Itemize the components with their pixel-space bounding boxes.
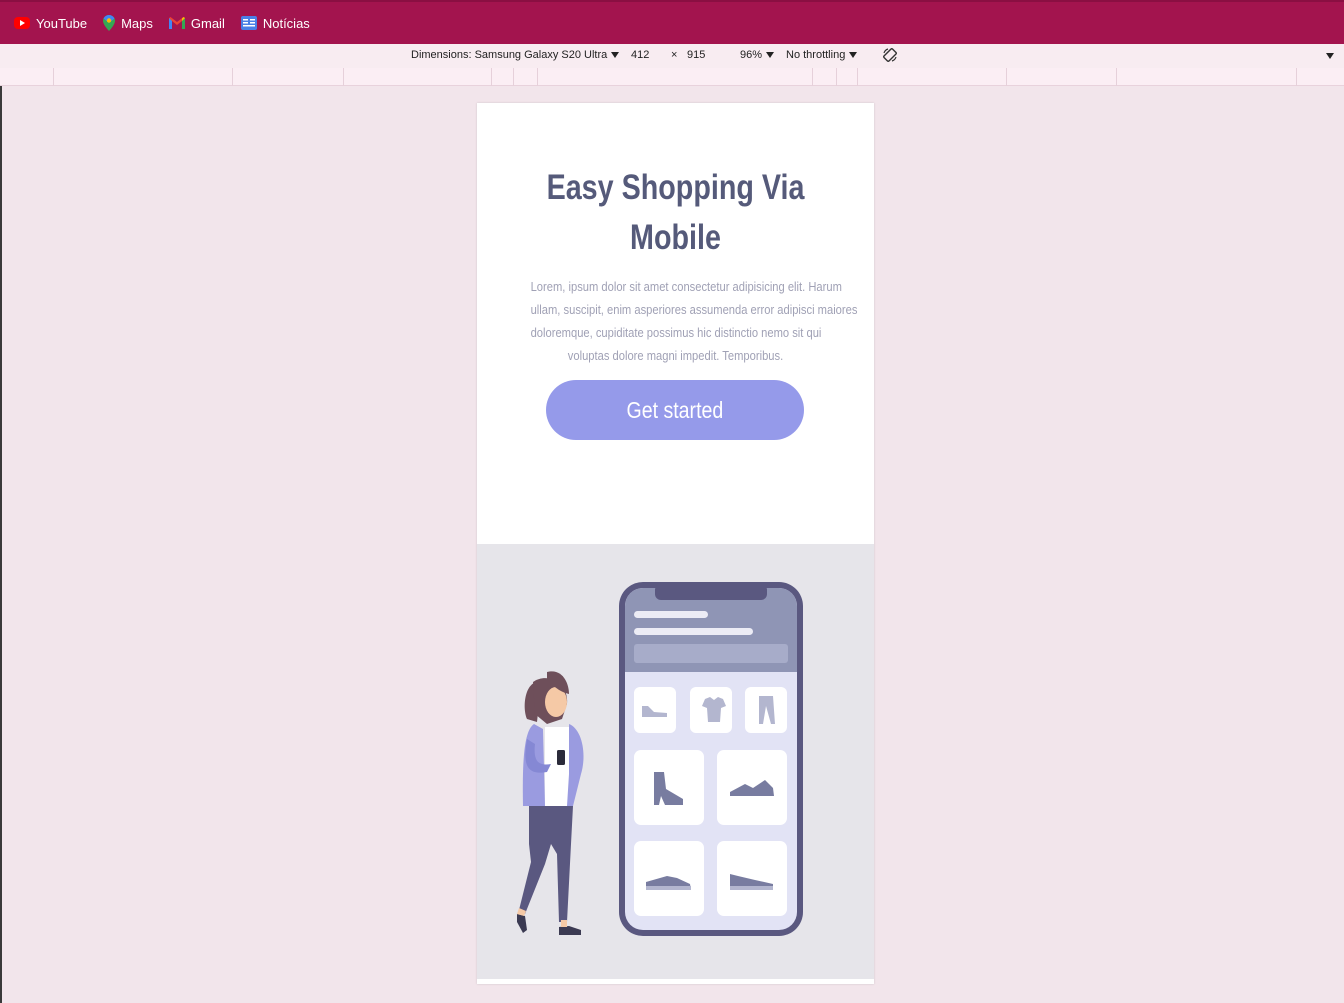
ruler-tick — [232, 68, 233, 86]
bookmark-label: YouTube — [36, 15, 88, 31]
ruler-tick — [1296, 68, 1297, 86]
device-toolbar: Dimensions: Samsung Galaxy S20 Ultra 412… — [0, 44, 1344, 68]
youtube-icon — [14, 17, 30, 29]
ruler-tick — [491, 68, 492, 86]
hero-description-line: ullam, suscipit, enim asperiores assumen… — [530, 302, 858, 317]
ruler-tick — [812, 68, 813, 86]
bookmarks-bar: YouTube Maps Gmail Notícias — [0, 0, 1344, 44]
media-query-ruler[interactable] — [0, 68, 1344, 86]
ruler-tick — [857, 68, 858, 86]
chevron-down-icon — [849, 52, 858, 59]
hero-description: Lorem, ipsum dolor sit amet consectetur … — [507, 275, 858, 367]
width-input[interactable]: 412 — [631, 49, 649, 61]
shopping-illustration — [517, 582, 803, 936]
get-started-button[interactable]: Get started — [546, 380, 804, 440]
device-dimensions-label: Dimensions: Samsung Galaxy S20 Ultra — [411, 49, 608, 61]
news-icon — [240, 16, 257, 30]
bookmark-label: Gmail — [190, 15, 225, 31]
chevron-down-icon — [766, 52, 775, 59]
page-title-line: Easy Shopping Via — [546, 168, 805, 207]
bookmark-label: Notícias — [262, 15, 310, 31]
bookmark-gmail[interactable]: Gmail — [168, 15, 225, 31]
bookmark-noticias[interactable]: Notícias — [240, 15, 310, 31]
ruler-tick — [1006, 68, 1007, 86]
bookmark-maps[interactable]: Maps — [103, 15, 153, 31]
zoom-label: 96% — [740, 49, 763, 61]
page-title-line: Mobile — [630, 218, 721, 257]
ruler-tick — [53, 68, 54, 86]
chevron-down-icon — [611, 52, 620, 59]
device-viewport: Easy Shopping Via Mobile Lorem, ipsum do… — [477, 103, 874, 984]
ruler-tick — [537, 68, 538, 86]
zoom-select[interactable]: 96% — [740, 49, 775, 61]
throttling-label: No throttling — [786, 49, 846, 61]
ruler-tick — [513, 68, 514, 86]
ruler-tick — [343, 68, 344, 86]
height-input[interactable]: 915 — [687, 49, 705, 61]
woman-illustration — [517, 671, 584, 935]
maps-icon — [103, 15, 116, 31]
get-started-label: Get started — [626, 396, 724, 423]
window-edge — [0, 86, 2, 1003]
dimension-separator: × — [671, 49, 678, 61]
hero-description-line: voluptas dolore magni impedit. Temporibu… — [567, 348, 784, 363]
hero-description-line: doloremque, cupiditate possimus hic dist… — [530, 325, 822, 340]
phone-illustration — [619, 582, 803, 936]
hero-description-line: Lorem, ipsum dolor sit amet consectetur … — [530, 279, 842, 294]
bookmark-label: Maps — [121, 15, 153, 31]
rotate-icon[interactable] — [882, 47, 898, 63]
ruler-tick — [836, 68, 837, 86]
ruler-tick — [1116, 68, 1117, 86]
device-select[interactable]: Dimensions: Samsung Galaxy S20 Ultra — [411, 49, 620, 61]
more-options-icon[interactable] — [1326, 53, 1334, 59]
bookmark-youtube[interactable]: YouTube — [14, 16, 87, 31]
page-title: Easy Shopping Via Mobile — [513, 163, 839, 263]
throttling-select[interactable]: No throttling — [786, 49, 858, 61]
gmail-icon — [168, 17, 185, 29]
